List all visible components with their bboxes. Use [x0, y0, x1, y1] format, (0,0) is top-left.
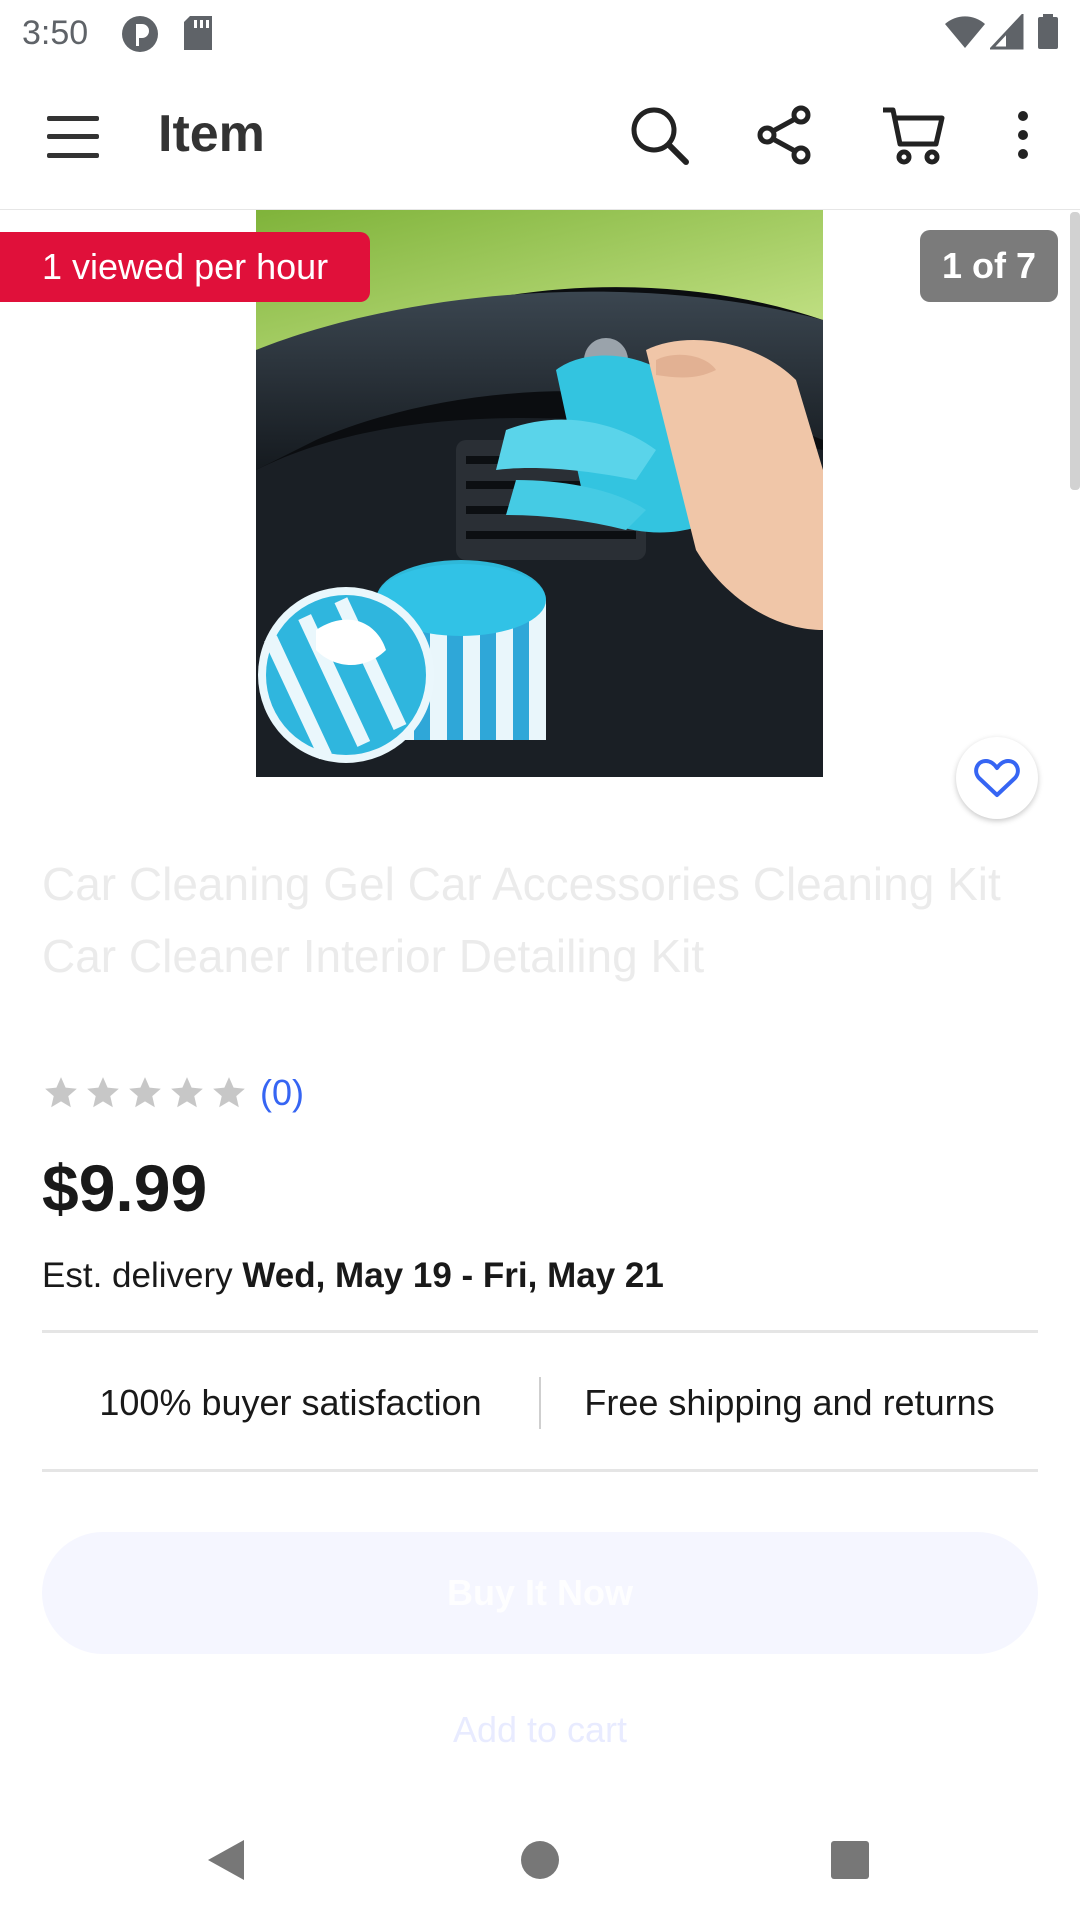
more-options-button[interactable] [978, 90, 1068, 180]
delivery-dates: Wed, May 19 - Fri, May 21 [242, 1256, 664, 1295]
nav-recents-button[interactable] [820, 1830, 880, 1890]
notification-app-icon [120, 14, 160, 59]
buy-it-now-button[interactable]: Buy It Now [42, 1532, 1038, 1654]
review-count-link[interactable]: (0) [260, 1072, 304, 1114]
search-icon [631, 107, 689, 165]
nav-home-button[interactable] [510, 1830, 570, 1890]
divider [42, 1330, 1038, 1333]
home-circle-icon [521, 1841, 559, 1879]
scrollbar [1070, 212, 1080, 490]
item-title: Car Cleaning Gel Car Accessories Cleanin… [42, 858, 1001, 982]
star-icon [129, 1077, 161, 1108]
star-rating [42, 1074, 248, 1112]
star-icon [87, 1077, 119, 1108]
perks-row: 100% buyer satisfaction Free shipping an… [42, 1336, 1038, 1470]
image-counter: 1 of 7 [919, 230, 1058, 302]
more-vert-icon [1018, 111, 1028, 159]
delivery-label: Est. delivery [42, 1256, 243, 1295]
wifi-icon [944, 14, 986, 55]
add-to-cart-label: Add to cart [452, 1709, 628, 1750]
cart-icon [883, 107, 945, 165]
sd-card-icon [182, 14, 214, 57]
share-button[interactable] [740, 90, 830, 180]
rating-row[interactable]: (0) [42, 1072, 304, 1114]
battery-icon [1036, 14, 1060, 55]
price: $9.99 [42, 1151, 208, 1225]
buyer-satisfaction: 100% buyer satisfaction [99, 1382, 482, 1423]
watch-button[interactable] [956, 737, 1038, 819]
add-to-cart-button[interactable]: Add to cart [42, 1680, 1038, 1780]
heart-icon [974, 759, 1020, 797]
search-button[interactable] [614, 90, 704, 180]
image-gallery[interactable]: 1 viewed per hour 1 of 7 [0, 210, 1080, 820]
star-icon [171, 1077, 203, 1108]
hamburger-menu-icon [47, 116, 99, 158]
divider [42, 1469, 1038, 1472]
system-nav-bar [0, 1800, 1080, 1920]
star-icon [45, 1077, 77, 1108]
app-bar: Item [0, 64, 1080, 210]
menu-button[interactable] [28, 92, 118, 182]
free-shipping-returns: Free shipping and returns [584, 1382, 995, 1423]
share-icon [757, 105, 811, 165]
star-icon [213, 1077, 245, 1108]
back-triangle-icon [208, 1840, 244, 1880]
nav-back-button[interactable] [196, 1830, 256, 1890]
status-bar: 3:50 [0, 0, 1080, 64]
cart-button[interactable] [868, 90, 958, 180]
recents-square-icon [831, 1841, 869, 1879]
buy-it-now-label: Buy It Now [447, 1572, 633, 1613]
delivery-estimate: Est. delivery Wed, May 19 - Fri, May 21 [42, 1256, 664, 1296]
views-badge: 1 viewed per hour [0, 232, 371, 302]
status-time: 3:50 [22, 14, 89, 52]
page-title: Item [158, 105, 265, 163]
cell-signal-icon [988, 12, 1024, 55]
